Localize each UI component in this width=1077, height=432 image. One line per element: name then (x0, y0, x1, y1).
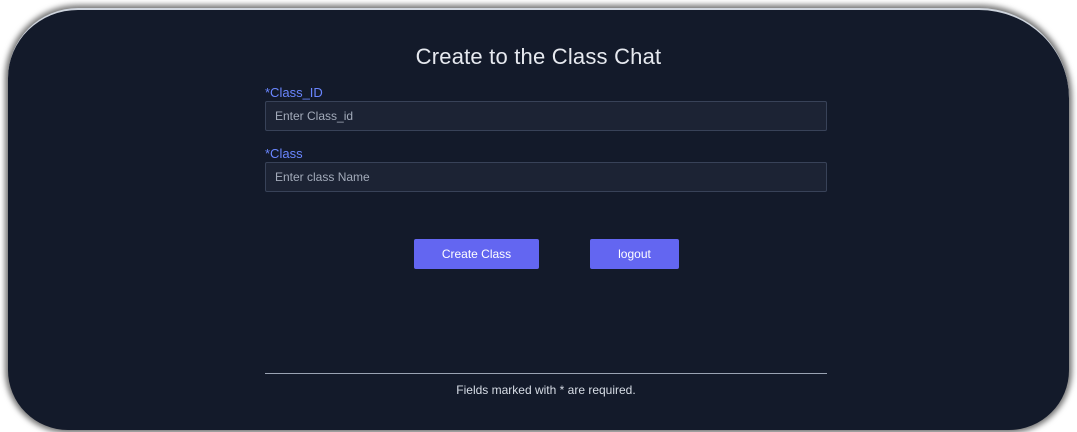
class-id-input[interactable] (265, 101, 827, 131)
footer-divider (265, 373, 827, 374)
required-fields-note: Fields marked with * are required. (456, 383, 636, 397)
class-name-label: *Class (265, 146, 303, 161)
class-id-label: *Class_ID (265, 85, 323, 100)
logout-button[interactable]: logout (590, 239, 679, 269)
create-class-card: Create to the Class Chat *Class_ID *Clas… (8, 8, 1069, 430)
page-title: Create to the Class Chat (415, 44, 662, 69)
create-class-button[interactable]: Create Class (414, 239, 539, 269)
create-class-form: *Class_ID *Class (265, 84, 827, 192)
class-name-input[interactable] (265, 162, 827, 192)
